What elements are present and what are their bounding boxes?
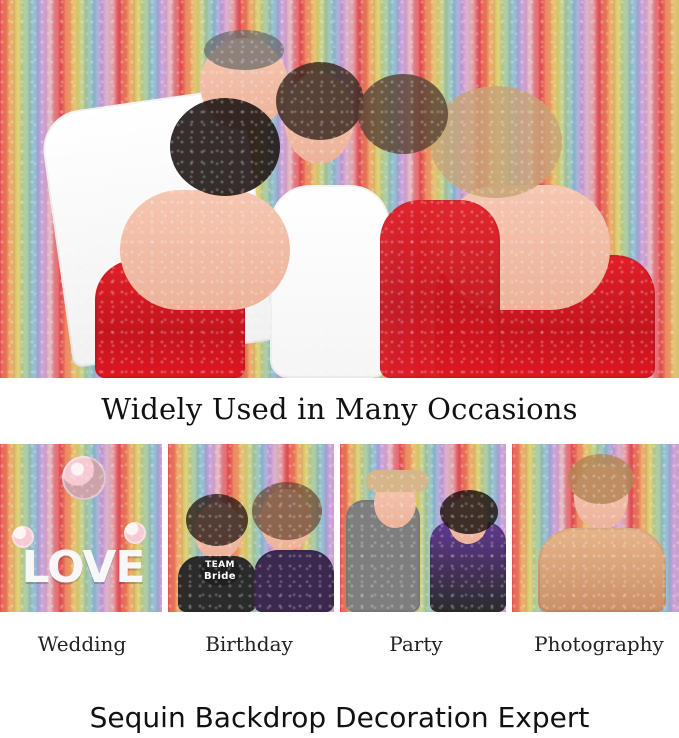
team-bride-line2: Bride	[204, 570, 236, 582]
bride-hair	[276, 62, 364, 140]
tagline: Sequin Backdrop Decoration Expert	[89, 700, 590, 734]
party-woman-hair	[440, 490, 498, 534]
birthday-person-right-hair	[252, 482, 322, 540]
occasion-label: Party	[389, 632, 443, 656]
bridesmaid-left-shoulders	[120, 190, 290, 310]
occasion-thumbnails: LOVE TEAM Bride	[0, 444, 679, 614]
wedding-thumbnail: LOVE	[0, 444, 162, 612]
occasion-label: Wedding	[37, 632, 127, 656]
hero-photo	[0, 0, 679, 378]
birthday-person-right-top	[254, 550, 334, 612]
man-hair	[204, 30, 284, 70]
team-bride-sign: TEAM Bride	[200, 556, 240, 586]
party-thumbnail	[340, 444, 506, 612]
team-bride-line1: TEAM	[205, 559, 235, 570]
love-sign: LOVE	[21, 541, 146, 593]
bride-dress	[270, 185, 390, 378]
party-hat	[366, 470, 428, 492]
bridesmaid-left-hair	[170, 98, 280, 196]
portrait-hair	[568, 454, 634, 504]
bridesmaid-right-hair	[430, 86, 562, 198]
occasion-label: Photography	[534, 632, 664, 656]
bridesmaid-back-dress	[380, 200, 500, 378]
portrait-top	[538, 528, 666, 612]
hero-people	[0, 0, 679, 378]
photography-thumbnail	[512, 444, 679, 612]
occasion-label: Birthday	[205, 632, 293, 656]
team-bride-sign-text: TEAM Bride	[204, 559, 236, 582]
birthday-person-left-hair	[186, 494, 248, 546]
flower-ball-icon	[62, 456, 106, 500]
birthday-thumbnail: TEAM Bride	[168, 444, 334, 612]
occasions-headline: Widely Used in Many Occasions	[101, 392, 578, 426]
bridesmaid-back-hair	[358, 74, 448, 154]
